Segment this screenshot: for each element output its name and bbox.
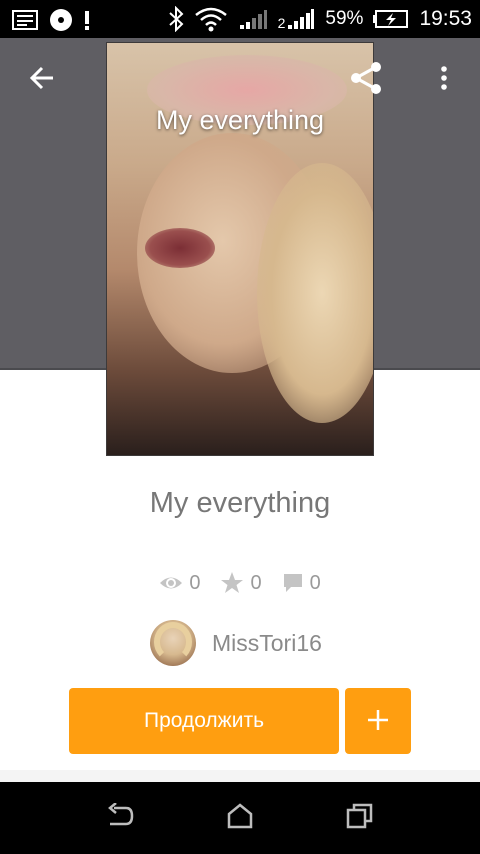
- story-title: My everything: [149, 487, 331, 519]
- nav-home-button[interactable]: [220, 798, 260, 838]
- battery-percent: 59%: [325, 8, 364, 29]
- nav-home-icon: [227, 802, 253, 834]
- comments-stat: 0: [282, 572, 321, 595]
- author-avatar[interactable]: [150, 620, 196, 666]
- status-notifications: [12, 7, 90, 33]
- battery-charging-icon: [373, 9, 409, 29]
- author-link[interactable]: MissTori16: [150, 620, 322, 666]
- status-bar: 2 59% 19:53: [0, 0, 480, 38]
- views-stat: 0: [159, 572, 200, 595]
- eye-icon: [159, 574, 183, 592]
- story-cover-image[interactable]: My everything: [106, 42, 374, 456]
- nav-back-button[interactable]: [100, 798, 140, 838]
- share-icon: [346, 58, 386, 103]
- status-indicators: 2 59% 19:53: [168, 0, 472, 38]
- nav-recent-apps-button[interactable]: [340, 798, 380, 838]
- back-button[interactable]: [20, 58, 64, 102]
- star-icon: [220, 571, 244, 595]
- content-bottom-edge: [0, 770, 480, 782]
- cover-title: My everything: [155, 105, 325, 135]
- cover-hair: [257, 163, 373, 423]
- comments-count: 0: [309, 571, 321, 594]
- continue-reading-button[interactable]: Продолжить: [69, 688, 339, 754]
- cover-lips: [145, 228, 215, 268]
- comment-icon: [282, 572, 304, 594]
- media-notification-icon: [48, 7, 74, 33]
- nav-back-icon: [106, 801, 134, 834]
- votes-stat: 0: [220, 571, 262, 595]
- status-clock: 19:53: [419, 7, 472, 30]
- alert-icon: [84, 9, 90, 31]
- nav-recent-apps-icon: [346, 803, 374, 834]
- plus-icon: [367, 709, 389, 734]
- signal-2-icon: 2: [278, 8, 316, 30]
- avatar-hair: [154, 622, 192, 662]
- system-navigation-bar: [0, 782, 480, 854]
- share-button[interactable]: [344, 58, 388, 102]
- sim2-label: 2: [277, 15, 286, 31]
- signal-1-icon: [238, 8, 268, 30]
- votes-count: 0: [250, 571, 262, 594]
- wifi-icon: [194, 5, 228, 33]
- author-name[interactable]: MissTori16: [212, 630, 322, 657]
- story-stats: 0 0 0: [0, 568, 480, 598]
- views-count: 0: [189, 571, 201, 594]
- arrow-left-icon: [28, 64, 56, 97]
- bluetooth-icon: [168, 6, 184, 32]
- gallery-icon: [12, 9, 38, 31]
- more-options-button[interactable]: [422, 58, 466, 102]
- more-vert-icon: [440, 65, 448, 96]
- add-to-library-button[interactable]: [345, 688, 411, 754]
